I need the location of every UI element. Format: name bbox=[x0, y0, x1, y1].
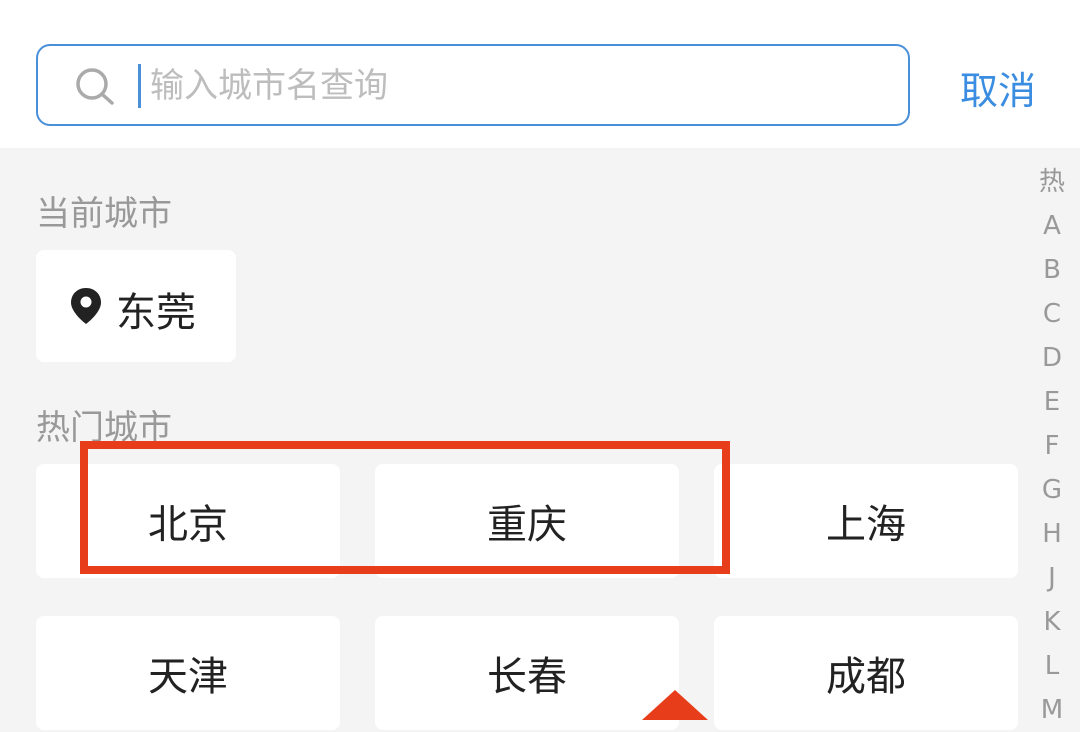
search-box[interactable] bbox=[36, 44, 910, 126]
city-tianjin[interactable]: 天津 bbox=[36, 616, 340, 730]
search-header: 取消 bbox=[0, 0, 1080, 148]
current-city-button[interactable]: 东莞 bbox=[36, 250, 236, 362]
cancel-button[interactable]: 取消 bbox=[960, 60, 1036, 115]
location-pin-icon bbox=[71, 288, 101, 324]
city-changchun[interactable]: 长春 bbox=[375, 616, 679, 730]
city-shanghai[interactable]: 上海 bbox=[714, 464, 1018, 578]
index-letter[interactable]: F bbox=[1045, 424, 1060, 468]
index-letter[interactable]: B bbox=[1043, 248, 1061, 292]
search-icon bbox=[76, 68, 114, 105]
current-city-name: 东莞 bbox=[116, 290, 196, 336]
index-letter[interactable]: K bbox=[1043, 600, 1060, 644]
index-letter[interactable]: M bbox=[1041, 688, 1063, 732]
index-letter[interactable]: L bbox=[1045, 644, 1060, 688]
search-input[interactable] bbox=[148, 56, 892, 116]
index-letter[interactable]: C bbox=[1043, 292, 1061, 336]
index-letter[interactable]: J bbox=[1048, 556, 1056, 600]
index-letter[interactable]: H bbox=[1042, 512, 1062, 556]
city-chengdu[interactable]: 成都 bbox=[714, 616, 1018, 730]
current-city-title: 当前城市 bbox=[36, 194, 172, 234]
text-cursor bbox=[138, 64, 141, 108]
index-letter[interactable]: 热 bbox=[1039, 160, 1065, 204]
alphabet-index[interactable]: 热 A B C D E F G H J K L M bbox=[1030, 160, 1074, 732]
index-letter[interactable]: G bbox=[1042, 468, 1062, 512]
index-letter[interactable]: A bbox=[1043, 204, 1061, 248]
annotation-highlight-box bbox=[80, 441, 730, 574]
annotation-arrow-icon bbox=[642, 690, 708, 720]
index-letter[interactable]: D bbox=[1042, 336, 1062, 380]
index-letter[interactable]: E bbox=[1044, 380, 1060, 424]
